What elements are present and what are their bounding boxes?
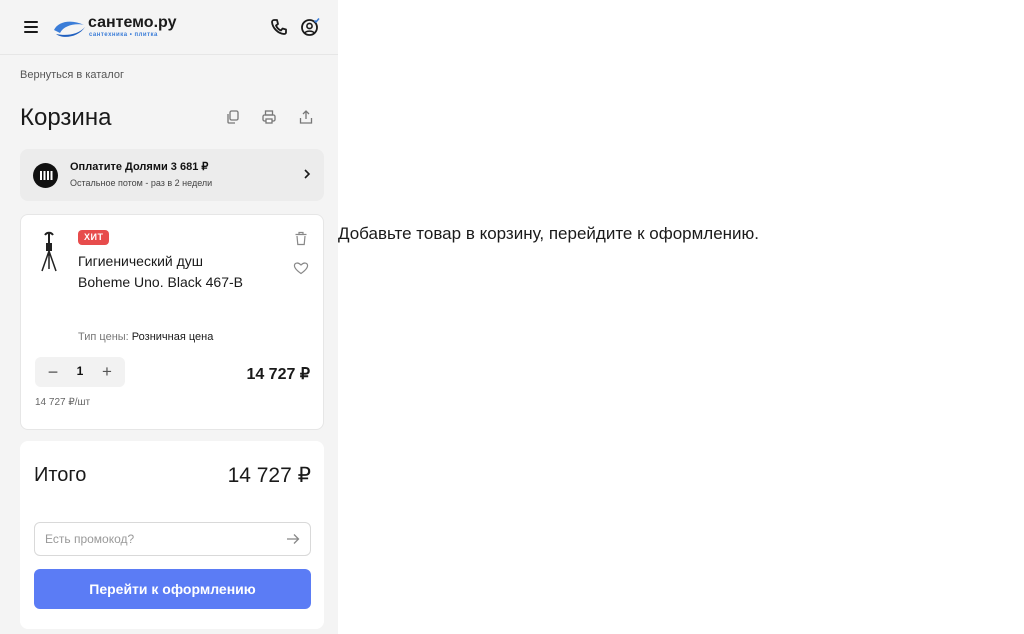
product-image[interactable] <box>35 229 63 273</box>
logo-mark-icon <box>54 21 85 37</box>
hamburger-icon[interactable] <box>24 21 38 33</box>
dolyami-subtitle: Остальное потом - раз в 2 недели <box>70 178 213 188</box>
page-title: Корзина <box>20 104 112 131</box>
promo-code-input[interactable] <box>45 530 275 548</box>
quantity-stepper: − 1 + <box>35 357 125 387</box>
quantity-increase-button[interactable]: + <box>97 362 117 382</box>
trash-icon[interactable] <box>294 231 308 246</box>
promo-field <box>34 522 311 556</box>
header: сантемо.ру сантехника • плитка <box>0 0 338 55</box>
share-icon[interactable] <box>298 109 314 125</box>
cart-hint-text: Добавьте товар в корзину, перейдите к оф… <box>338 224 760 243</box>
total-label: Итого <box>34 464 87 486</box>
arrow-right-icon[interactable] <box>286 533 300 545</box>
back-to-catalog-link[interactable]: Вернуться в каталог <box>20 69 124 81</box>
logo-tagline: сантехника • плитка <box>89 32 158 38</box>
price-type-value: Розничная цена <box>131 331 214 343</box>
hit-badge: ХИТ <box>78 230 110 245</box>
cart-panel: сантемо.ру сантехника • плитка Вернуться… <box>0 0 338 634</box>
heart-icon[interactable] <box>293 261 309 275</box>
item-price: 14 727 ₽ <box>246 366 310 383</box>
chevron-right-icon <box>304 169 311 179</box>
print-icon[interactable] <box>261 109 277 125</box>
product-name[interactable]: Гигиенический душ Boheme Uno. Black 467-… <box>78 251 248 293</box>
price-type: Тип цены: Розничная цена <box>78 331 213 343</box>
unit-price: 14 727 ₽/шт <box>35 397 91 408</box>
copy-icon[interactable] <box>225 109 241 125</box>
logo-name: сантемо.ру <box>88 14 177 31</box>
phone-icon[interactable] <box>270 18 288 36</box>
dolyami-title: Оплатите Долями 3 681 ₽ <box>70 161 209 173</box>
quantity-value[interactable]: 1 <box>70 364 90 378</box>
order-summary: Итого 14 727 ₽ Перейти к оформлению <box>20 441 324 629</box>
dolyami-logo-icon <box>33 163 58 188</box>
dolyami-banner[interactable]: Оплатите Долями 3 681 ₽ Остальное потом … <box>20 149 324 201</box>
cart-item: ХИТ Гигиенический душ Boheme Uno. Black … <box>20 214 324 430</box>
user-account-icon[interactable] <box>300 17 320 37</box>
price-type-label: Тип цены: <box>78 331 129 343</box>
quantity-decrease-button[interactable]: − <box>43 362 63 382</box>
total-value: 14 727 ₽ <box>227 464 311 487</box>
checkout-button[interactable]: Перейти к оформлению <box>34 569 311 609</box>
